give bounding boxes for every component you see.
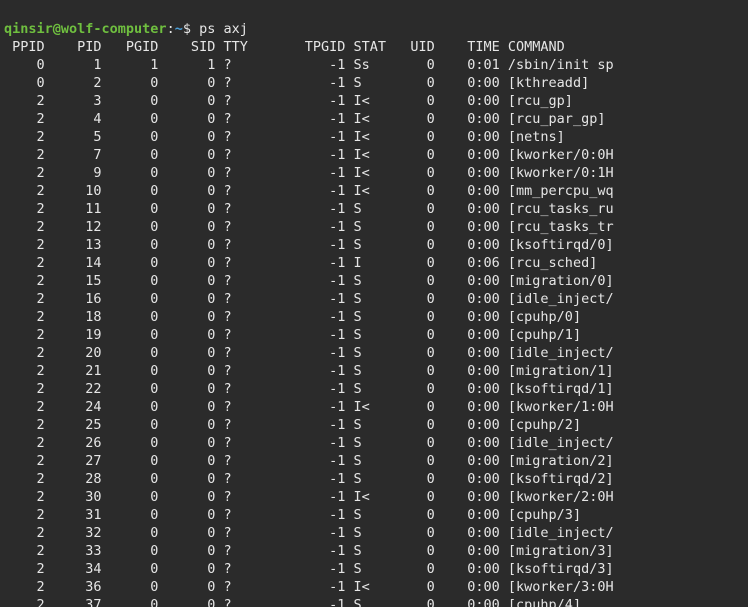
ps-row: 2 20 0 0 ? -1 S 0 0:00 [idle_inject/	[4, 345, 614, 361]
ps-row: 0 2 0 0 ? -1 S 0 0:00 [kthreadd]	[4, 75, 589, 91]
ps-row: 2 33 0 0 ? -1 S 0 0:00 [migration/3]	[4, 543, 614, 559]
ps-header-row: PPID PID PGID SID TTY TPGID STAT UID TIM…	[4, 39, 565, 55]
ps-row: 2 36 0 0 ? -1 I< 0 0:00 [kworker/3:0H	[4, 579, 614, 595]
ps-row: 2 5 0 0 ? -1 I< 0 0:00 [netns]	[4, 129, 565, 145]
command-text[interactable]: ps axj	[199, 21, 248, 37]
ps-row: 2 12 0 0 ? -1 S 0 0:00 [rcu_tasks_tr	[4, 219, 614, 235]
ps-row: 2 25 0 0 ? -1 S 0 0:00 [cpuhp/2]	[4, 417, 581, 433]
prompt-separator: :	[167, 21, 175, 37]
ps-row: 2 24 0 0 ? -1 I< 0 0:00 [kworker/1:0H	[4, 399, 614, 415]
ps-row: 2 18 0 0 ? -1 S 0 0:00 [cpuhp/0]	[4, 309, 581, 325]
ps-row: 2 31 0 0 ? -1 S 0 0:00 [cpuhp/3]	[4, 507, 581, 523]
ps-row: 2 34 0 0 ? -1 S 0 0:00 [ksoftirqd/3]	[4, 561, 614, 577]
ps-row: 2 30 0 0 ? -1 I< 0 0:00 [kworker/2:0H	[4, 489, 614, 505]
ps-row: 2 4 0 0 ? -1 I< 0 0:00 [rcu_par_gp]	[4, 111, 605, 127]
ps-row: 2 37 0 0 ? -1 S 0 0:00 [cpuhp/4]	[4, 597, 581, 607]
ps-row: 2 7 0 0 ? -1 I< 0 0:00 [kworker/0:0H	[4, 147, 614, 163]
prompt-path: ~	[175, 21, 183, 37]
ps-row: 2 15 0 0 ? -1 S 0 0:00 [migration/0]	[4, 273, 614, 289]
ps-row: 0 1 1 1 ? -1 Ss 0 0:01 /sbin/init sp	[4, 57, 614, 73]
ps-row: 2 16 0 0 ? -1 S 0 0:00 [idle_inject/	[4, 291, 614, 307]
ps-row: 2 19 0 0 ? -1 S 0 0:00 [cpuhp/1]	[4, 327, 581, 343]
ps-row: 2 28 0 0 ? -1 S 0 0:00 [ksoftirqd/2]	[4, 471, 614, 487]
ps-rows: 0 1 1 1 ? -1 Ss 0 0:01 /sbin/init sp 0 2…	[4, 57, 614, 607]
ps-row: 2 27 0 0 ? -1 S 0 0:00 [migration/2]	[4, 453, 614, 469]
prompt-symbol: $	[183, 21, 199, 37]
ps-row: 2 14 0 0 ? -1 I 0 0:06 [rcu_sched]	[4, 255, 597, 271]
ps-row: 2 21 0 0 ? -1 S 0 0:00 [migration/1]	[4, 363, 614, 379]
ps-row: 2 11 0 0 ? -1 S 0 0:00 [rcu_tasks_ru	[4, 201, 614, 217]
ps-row: 2 22 0 0 ? -1 S 0 0:00 [ksoftirqd/1]	[4, 381, 614, 397]
prompt-user: qinsir@wolf-computer	[4, 21, 167, 37]
ps-row: 2 3 0 0 ? -1 I< 0 0:00 [rcu_gp]	[4, 93, 573, 109]
ps-row: 2 26 0 0 ? -1 S 0 0:00 [idle_inject/	[4, 435, 614, 451]
terminal-output: qinsir@wolf-computer:~$ ps axj PPID PID …	[0, 0, 748, 607]
ps-row: 2 9 0 0 ? -1 I< 0 0:00 [kworker/0:1H	[4, 165, 614, 181]
ps-row: 2 10 0 0 ? -1 I< 0 0:00 [mm_percpu_wq	[4, 183, 614, 199]
ps-row: 2 13 0 0 ? -1 S 0 0:00 [ksoftirqd/0]	[4, 237, 614, 253]
ps-row: 2 32 0 0 ? -1 S 0 0:00 [idle_inject/	[4, 525, 614, 541]
